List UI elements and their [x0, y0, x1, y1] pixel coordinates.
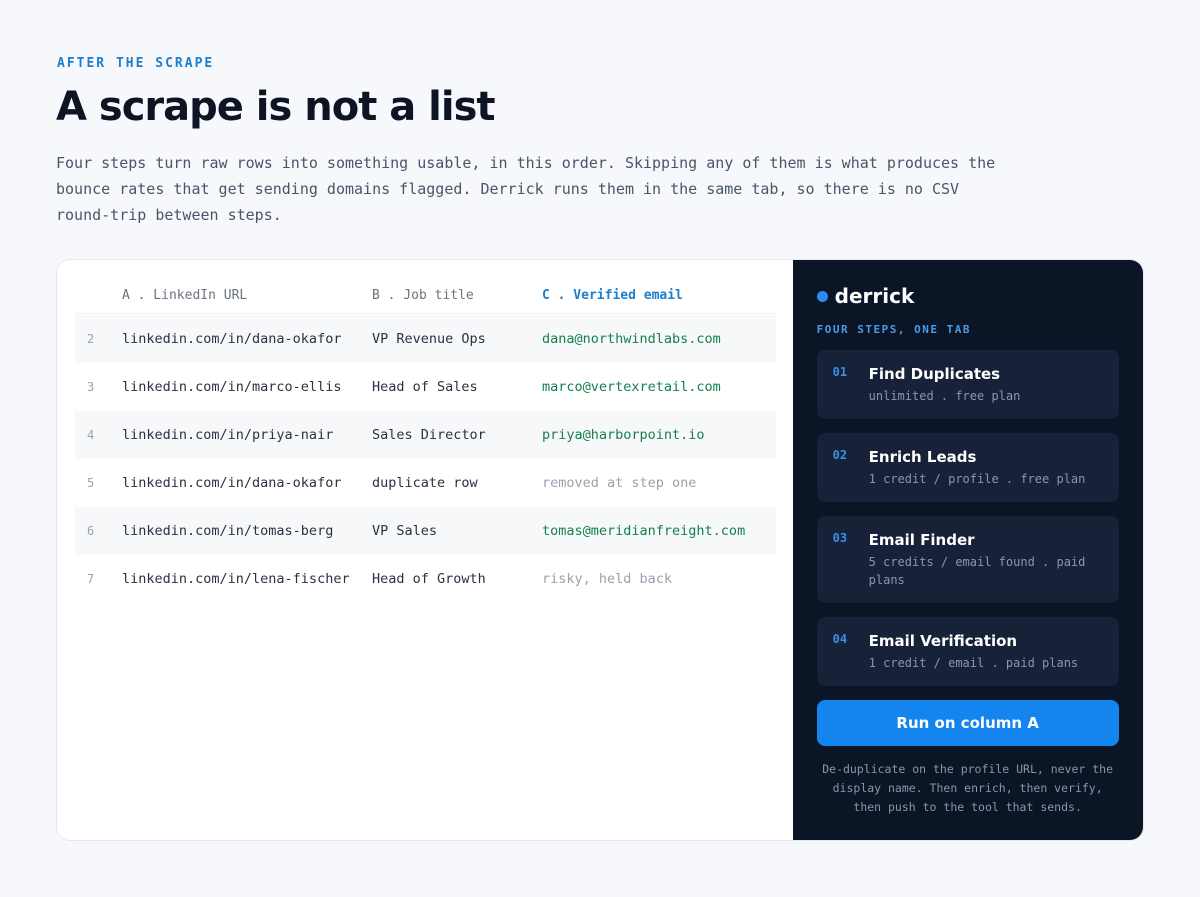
section-eyebrow: AFTER THE SCRAPE: [57, 56, 215, 71]
row-number: 4: [87, 428, 95, 442]
intro-paragraph: Four steps turn raw rows into something …: [56, 154, 996, 224]
demo-card: A . LinkedIn URL B . Job title C . Verif…: [56, 259, 1144, 841]
cell-verified-email[interactable]: marco@vertexretail.com: [542, 379, 721, 395]
step-title: Email Finder: [868, 531, 975, 549]
cell-job-title[interactable]: VP Sales: [372, 523, 437, 539]
step-card-email-verification[interactable]: 04 Email Verification 1 credit / email .…: [816, 617, 1119, 686]
run-on-column-button[interactable]: Run on column A: [816, 700, 1119, 746]
table-row[interactable]: 6 linkedin.com/in/tomas-berg VP Sales to…: [75, 507, 776, 555]
row-number: 3: [87, 380, 95, 394]
spreadsheet: A . LinkedIn URL B . Job title C . Verif…: [57, 260, 793, 840]
step-card-enrich-leads[interactable]: 02 Enrich Leads 1 credit / profile . fre…: [816, 433, 1119, 502]
cell-linkedin-url[interactable]: linkedin.com/in/tomas-berg: [122, 523, 333, 539]
step-card-find-duplicates[interactable]: 01 Find Duplicates unlimited . free plan: [816, 350, 1119, 419]
cell-linkedin-url[interactable]: linkedin.com/in/lena-fischer: [122, 571, 350, 587]
row-number: 5: [87, 476, 95, 490]
step-meta: 1 credit / email . paid plans: [868, 656, 1079, 670]
step-number: 02: [832, 448, 848, 462]
cell-linkedin-url[interactable]: linkedin.com/in/marco-ellis: [122, 379, 341, 395]
cell-verified-email[interactable]: tomas@meridianfreight.com: [542, 523, 745, 539]
cell-verified-email[interactable]: dana@northwindlabs.com: [542, 331, 721, 347]
step-meta: 5 credits / email found . paid plans: [868, 555, 1086, 587]
cell-job-title[interactable]: duplicate row: [372, 475, 478, 491]
row-number: 2: [87, 332, 95, 346]
table-row[interactable]: 4 linkedin.com/in/priya-nair Sales Direc…: [75, 411, 776, 459]
page-title: A scrape is not a list: [56, 84, 496, 130]
column-header-b[interactable]: B . Job title: [372, 288, 474, 303]
derrick-sidebar-panel: derrick FOUR STEPS, ONE TAB 01 Find Dupl…: [792, 260, 1143, 840]
cell-job-title[interactable]: VP Revenue Ops: [372, 331, 486, 347]
step-title: Find Duplicates: [868, 365, 1001, 383]
cell-job-title[interactable]: Head of Growth: [372, 571, 486, 587]
cell-linkedin-url[interactable]: linkedin.com/in/dana-okafor: [122, 475, 341, 491]
cell-verified-email[interactable]: risky, held back: [542, 571, 672, 587]
cell-job-title[interactable]: Head of Sales: [372, 379, 478, 395]
step-title: Enrich Leads: [868, 448, 977, 466]
cell-verified-email[interactable]: removed at step one: [542, 475, 696, 491]
cell-linkedin-url[interactable]: linkedin.com/in/priya-nair: [122, 427, 333, 443]
cell-linkedin-url[interactable]: linkedin.com/in/dana-okafor: [122, 331, 341, 347]
cell-verified-email[interactable]: priya@harborpoint.io: [542, 427, 705, 443]
step-number: 03: [832, 531, 848, 545]
column-header-a[interactable]: A . LinkedIn URL: [122, 288, 247, 303]
brand: derrick: [816, 284, 915, 308]
step-meta: 1 credit / profile . free plan: [868, 472, 1086, 486]
column-header-c[interactable]: C . Verified email: [542, 288, 683, 303]
cell-job-title[interactable]: Sales Director: [372, 427, 486, 443]
step-title: Email Verification: [868, 632, 1018, 650]
panel-subtitle: FOUR STEPS, ONE TAB: [816, 323, 971, 336]
table-row[interactable]: 7 linkedin.com/in/lena-fischer Head of G…: [75, 555, 776, 603]
step-number: 04: [832, 632, 848, 646]
row-number: 6: [87, 524, 95, 538]
step-number: 01: [832, 365, 848, 379]
sheet-rows: 2 linkedin.com/in/dana-okafor VP Revenue…: [75, 315, 776, 603]
steps-list: 01 Find Duplicates unlimited . free plan…: [816, 350, 1119, 700]
sheet-header-row: A . LinkedIn URL B . Job title C . Verif…: [75, 286, 776, 314]
brand-dot-icon: [816, 290, 828, 302]
step-card-email-finder[interactable]: 03 Email Finder 5 credits / email found …: [816, 516, 1119, 603]
table-row[interactable]: 5 linkedin.com/in/dana-okafor duplicate …: [75, 459, 776, 507]
row-number: 7: [87, 572, 95, 586]
step-meta: unlimited . free plan: [868, 389, 1021, 403]
table-row[interactable]: 2 linkedin.com/in/dana-okafor VP Revenue…: [75, 315, 776, 363]
table-row[interactable]: 3 linkedin.com/in/marco-ellis Head of Sa…: [75, 363, 776, 411]
panel-footnote: De-duplicate on the profile URL, never t…: [822, 762, 1114, 814]
brand-name: derrick: [834, 284, 915, 308]
